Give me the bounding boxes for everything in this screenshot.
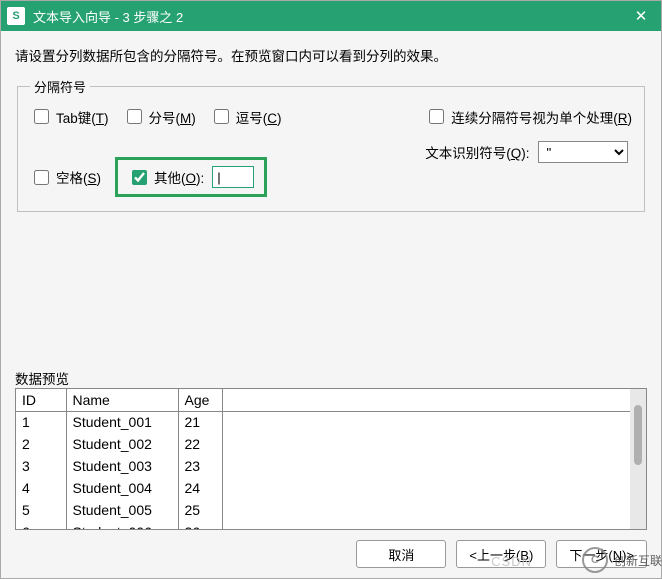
table-cell: 21	[178, 411, 222, 433]
dialog-title: 文本导入向导 - 3 步骤之 2	[33, 7, 621, 26]
comma-checkbox-input[interactable]	[214, 109, 229, 124]
app-icon: S	[7, 7, 25, 25]
tab-checkbox-input[interactable]	[34, 109, 49, 124]
table-cell: 24	[178, 477, 222, 499]
text-qualifier-label: 文本识别符号(Q):	[425, 142, 529, 162]
text-qualifier-row: 文本识别符号(Q): "	[425, 141, 632, 163]
table-cell: Student_001	[66, 411, 178, 433]
semicolon-checkbox-input[interactable]	[127, 109, 142, 124]
table-cell: Student_006	[66, 521, 178, 530]
semicolon-delimiter-checkbox[interactable]: 分号(M)	[123, 106, 196, 127]
table-cell: Student_004	[66, 477, 178, 499]
other-checkbox-input[interactable]	[132, 170, 147, 185]
cancel-button[interactable]: 取消	[356, 540, 446, 568]
table-cell: Student_003	[66, 455, 178, 477]
other-delimiter-highlight: 其他(O):	[115, 157, 267, 197]
dialog-footer: 取消 <上一步(B) 下一步(N)>	[1, 530, 661, 578]
table-cell: 4	[16, 477, 66, 499]
tab-delimiter-checkbox[interactable]: Tab键(T)	[30, 106, 109, 127]
preview-scrollbar[interactable]	[630, 389, 646, 529]
other-delimiter-input[interactable]	[212, 166, 254, 188]
table-row: 1Student_00121	[16, 411, 630, 433]
table-cell: Student_002	[66, 433, 178, 455]
table-cell: 1	[16, 411, 66, 433]
preview-pane: ID Name Age 1Student_001212Student_00222…	[15, 388, 647, 530]
col-header: ID	[16, 389, 66, 411]
space-checkbox-input[interactable]	[34, 170, 49, 185]
titlebar: S 文本导入向导 - 3 步骤之 2 ✕	[1, 1, 661, 31]
text-import-wizard-dialog: S 文本导入向导 - 3 步骤之 2 ✕ 请设置分列数据所包含的分隔符号。在预览…	[0, 0, 662, 579]
space-delimiter-checkbox[interactable]: 空格(S)	[30, 167, 101, 188]
col-header: Name	[66, 389, 178, 411]
preview-label: 数据预览	[15, 368, 647, 388]
close-button[interactable]: ✕	[621, 1, 661, 31]
comma-delimiter-checkbox[interactable]: 逗号(C)	[210, 106, 282, 127]
scrollbar-thumb[interactable]	[634, 405, 642, 465]
col-header: Age	[178, 389, 222, 411]
table-cell: Student_005	[66, 499, 178, 521]
table-header-row: ID Name Age	[16, 389, 630, 411]
preview-table: ID Name Age 1Student_001212Student_00222…	[16, 389, 630, 530]
table-row: 6Student_00626	[16, 521, 630, 530]
delimiters-legend: 分隔符号	[30, 77, 90, 96]
back-button[interactable]: <上一步(B)	[456, 540, 546, 568]
other-delimiter-checkbox[interactable]: 其他(O):	[128, 167, 204, 188]
table-cell: 5	[16, 499, 66, 521]
dialog-content: 请设置分列数据所包含的分隔符号。在预览窗口内可以看到分列的效果。 分隔符号 Ta…	[1, 31, 661, 530]
text-qualifier-select[interactable]: "	[538, 141, 628, 163]
table-cell: 3	[16, 455, 66, 477]
delimiters-fieldset: 分隔符号 Tab键(T) 分号(M) 逗	[17, 77, 645, 212]
table-row: 4Student_00424	[16, 477, 630, 499]
table-cell: 22	[178, 433, 222, 455]
table-cell: 26	[178, 521, 222, 530]
treat-consecutive-checkbox[interactable]: 连续分隔符号视为单个处理(R)	[425, 106, 632, 127]
table-cell: 2	[16, 433, 66, 455]
next-button[interactable]: 下一步(N)>	[556, 540, 647, 568]
table-cell: 6	[16, 521, 66, 530]
table-row: 3Student_00323	[16, 455, 630, 477]
treat-consecutive-input[interactable]	[429, 109, 444, 124]
table-row: 5Student_00525	[16, 499, 630, 521]
instruction-text: 请设置分列数据所包含的分隔符号。在预览窗口内可以看到分列的效果。	[15, 45, 647, 65]
table-cell: 25	[178, 499, 222, 521]
table-cell: 23	[178, 455, 222, 477]
table-row: 2Student_00222	[16, 433, 630, 455]
